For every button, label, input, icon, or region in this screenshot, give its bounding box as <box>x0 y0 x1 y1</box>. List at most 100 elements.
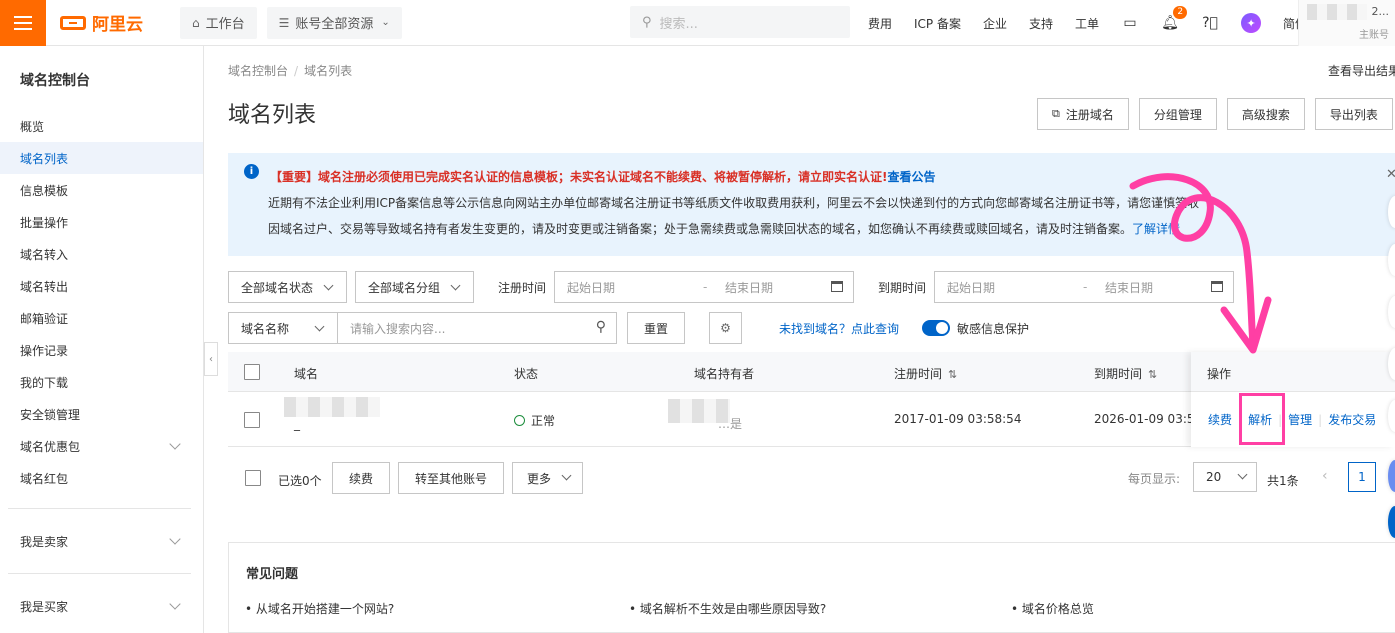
nav-billing[interactable]: 费用 <box>868 15 892 32</box>
view-announcement-link[interactable]: 查看公告 <box>887 170 935 184</box>
floating-widget[interactable] <box>1388 400 1395 432</box>
floating-widget[interactable] <box>1388 506 1395 538</box>
sidebar-item-discount-pack[interactable]: 域名优惠包 <box>0 430 203 462</box>
group-manage-button[interactable]: 分组管理 <box>1138 98 1217 130</box>
export-list-button[interactable]: 导出列表 <box>1314 98 1393 130</box>
floating-widget[interactable] <box>1388 244 1395 276</box>
search-icon[interactable]: ⚲ <box>596 319 606 335</box>
batch-renew-button[interactable]: 续费 <box>332 462 390 494</box>
transfer-account-button[interactable]: 转至其他账号 <box>398 462 504 494</box>
list-icon: ☰ <box>278 15 290 30</box>
check-circle-icon <box>514 415 525 426</box>
breadcrumb-root[interactable]: 域名控制台 <box>228 64 288 78</box>
exp-start-date[interactable]: 起始日期 <box>947 279 995 296</box>
faq-title: 常见问题 <box>246 567 299 582</box>
sidebar-item-batch[interactable]: 批量操作 <box>0 206 203 238</box>
domain-suffix: _ <box>294 417 300 431</box>
sidebar-group-label: 我是买家 <box>20 599 69 614</box>
sidebar-collapse-button[interactable]: ‹ <box>204 342 218 376</box>
col-exp-time[interactable]: 到期时间 ⇅ <box>1094 365 1157 382</box>
workbench-button[interactable]: ⌂ 工作台 <box>180 6 257 39</box>
aliyun-logo[interactable]: 阿里云 <box>60 10 170 35</box>
sidebar-item-operation-log[interactable]: 操作记录 <box>0 334 203 366</box>
floating-widget[interactable] <box>1388 348 1395 380</box>
per-page-label: 每页显示: <box>1128 472 1181 486</box>
sidebar-item-email-verify[interactable]: 邮箱验证 <box>0 302 203 334</box>
chevron-down-icon: ⌄ <box>381 17 390 28</box>
exp-end-date[interactable]: 结束日期 <box>1105 279 1153 296</box>
learn-more-link[interactable]: 了解详情 <box>1132 222 1180 236</box>
prev-page-icon[interactable]: ‹ <box>1322 468 1328 484</box>
col-reg-time[interactable]: 注册时间 ⇅ <box>894 365 957 382</box>
floating-widget[interactable] <box>1388 460 1395 492</box>
exp-date-range-picker[interactable]: 起始日期 - 结束日期 <box>934 271 1234 303</box>
sidebar-item-overview[interactable]: 概览 <box>0 110 203 142</box>
faq-item[interactable]: • 域名价格总览 <box>1011 600 1094 617</box>
sidebar-group-buyer[interactable]: 我是买家 <box>0 588 203 624</box>
menu-icon[interactable] <box>0 0 46 46</box>
account-avatar <box>1307 4 1367 20</box>
notice-line-important: 【重要】域名注册必须使用已完成实名认证的信息模板；未实名认证域名不能续费、将被暂… <box>270 170 936 184</box>
row-checkbox[interactable] <box>244 412 260 428</box>
sidebar-item-transfer-out[interactable]: 域名转出 <box>0 270 203 302</box>
reg-start-date[interactable]: 起始日期 <box>567 279 615 296</box>
sidebar-item-info-template[interactable]: 信息模板 <box>0 174 203 206</box>
nav-ticket[interactable]: 工单 <box>1075 15 1099 32</box>
close-icon[interactable]: ✕ <box>1386 167 1395 182</box>
manage-link[interactable]: 管理 <box>1288 413 1312 427</box>
select-all-checkbox[interactable] <box>244 364 260 380</box>
nav-support[interactable]: 支持 <box>1029 15 1053 32</box>
domain-group-select[interactable]: 全部域名分组 <box>355 271 474 303</box>
selected-count: 已选0个 <box>278 474 322 488</box>
reset-button[interactable]: 重置 <box>627 312 685 344</box>
chevron-down-icon <box>169 598 181 610</box>
bell-icon[interactable]: 🔔︎ 2 <box>1161 6 1188 32</box>
global-search-input[interactable]: ⚲ 搜索... <box>630 6 850 38</box>
account-menu[interactable]: 2... 主账号 <box>1298 0 1395 46</box>
external-link-icon: ⧉ <box>1052 107 1060 120</box>
sidebar: 域名控制台 概览 域名列表 信息模板 批量操作 域名转入 域名转出 邮箱验证 操… <box>0 46 204 633</box>
resource-scope-select[interactable]: ☰ 账号全部资源 ⌄ <box>266 6 402 39</box>
floating-widget[interactable] <box>1388 196 1395 228</box>
nav-icp[interactable]: ICP 备案 <box>914 15 961 32</box>
advanced-search-button[interactable]: 高级搜索 <box>1226 98 1305 130</box>
sidebar-item-red-packet[interactable]: 域名红包 <box>0 462 203 494</box>
reg-end-date[interactable]: 结束日期 <box>725 279 773 296</box>
ai-assistant-icon[interactable]: ✦ <box>1241 13 1262 33</box>
sidebar-item-transfer-in[interactable]: 域名转入 <box>0 238 203 270</box>
register-domain-button[interactable]: ⧉ 注册域名 <box>1037 98 1129 130</box>
view-export-results-link[interactable]: 查看导出结果 <box>1328 62 1395 79</box>
per-page-select[interactable]: 20 <box>1193 462 1257 492</box>
footer-select-all-checkbox[interactable] <box>245 470 261 486</box>
sidebar-group-seller[interactable]: 我是卖家 <box>0 523 203 559</box>
col-status: 状态 <box>514 367 539 381</box>
search-type-select[interactable]: 域名名称 <box>228 312 338 344</box>
search-icon: ⚲ <box>642 14 652 30</box>
calendar-icon <box>1211 281 1223 292</box>
faq-item[interactable]: • 从域名开始搭建一个网站? <box>245 600 394 617</box>
sensitive-info-label: 敏感信息保护 <box>957 322 1030 336</box>
total-count: 共1条 <box>1267 474 1299 488</box>
info-icon: i <box>244 164 259 179</box>
faq-item[interactable]: • 域名解析不生效是由哪些原因导致? <box>629 600 826 617</box>
sidebar-item-security-lock[interactable]: 安全锁管理 <box>0 398 203 430</box>
divider <box>8 508 191 509</box>
domain-status-select[interactable]: 全部域名状态 <box>228 271 347 303</box>
settings-button[interactable]: ⚙ <box>709 312 742 344</box>
publish-trade-link[interactable]: 发布交易 <box>1328 413 1376 427</box>
page-1-button[interactable]: 1 <box>1348 462 1376 492</box>
help-icon[interactable]: ?⃝ <box>1201 14 1219 32</box>
sidebar-item-domain-list[interactable]: 域名列表 <box>0 142 203 174</box>
sidebar-item-downloads[interactable]: 我的下载 <box>0 366 203 398</box>
terminal-icon[interactable]: ▭ <box>1121 14 1139 32</box>
renew-link[interactable]: 续费 <box>1208 413 1232 427</box>
reg-date-range-picker[interactable]: 起始日期 - 结束日期 <box>554 271 854 303</box>
domain-search-input[interactable]: 请输入搜索内容... ⚲ <box>337 312 617 344</box>
floating-widget[interactable] <box>1388 296 1395 328</box>
more-actions-select[interactable]: 更多 <box>512 462 583 494</box>
nav-enterprise[interactable]: 企业 <box>983 15 1007 32</box>
not-found-query-link[interactable]: 未找到域名？点此查询 <box>779 320 899 337</box>
domain-name-redacted[interactable] <box>284 397 380 417</box>
sensitive-info-toggle[interactable] <box>922 320 950 336</box>
highlight-box <box>1239 393 1285 445</box>
